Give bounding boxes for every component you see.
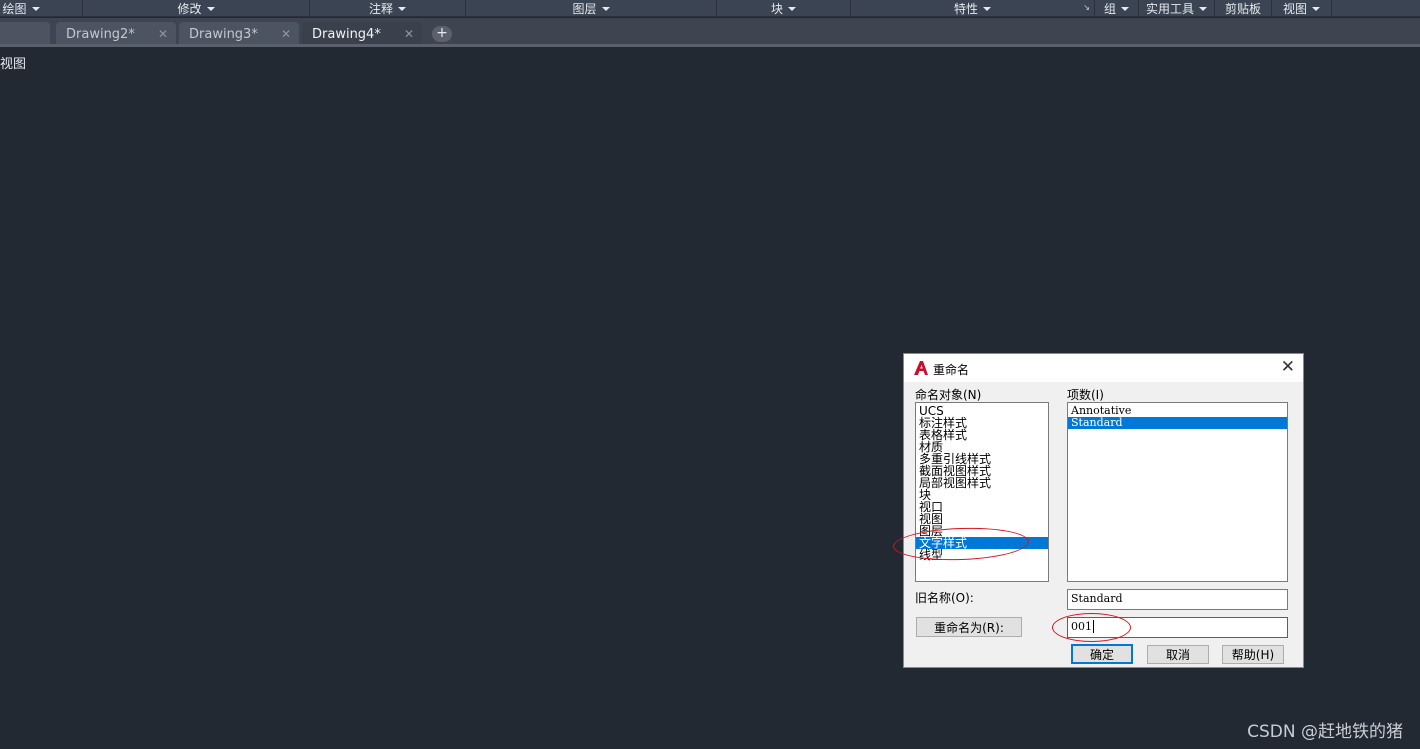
annotation-circle-new-name: [1052, 613, 1131, 642]
viewport-label[interactable]: 视图: [0, 53, 26, 72]
ribbon-panel-9[interactable]: 视图: [1272, 0, 1332, 17]
watermark: CSDN @赶地铁的猪: [1247, 722, 1403, 742]
file-tab-label: Drawing4*: [312, 26, 381, 42]
ribbon-panel-label: 特性: [953, 2, 978, 16]
ribbon-panel-label: 绘图: [2, 2, 27, 16]
old-name-field: Standard: [1067, 589, 1288, 610]
ribbon-panel-1[interactable]: 修改: [83, 0, 310, 17]
chevron-down-icon: [398, 6, 406, 11]
ribbon-panel-5[interactable]: 特性 ↘: [851, 0, 1095, 17]
ribbon-panel-3[interactable]: 图层: [466, 0, 717, 17]
ok-button[interactable]: 确定: [1071, 644, 1133, 664]
dialog-title: 重命名: [933, 363, 970, 377]
cancel-button[interactable]: 取消: [1147, 645, 1209, 664]
file-tab-drawing2[interactable]: Drawing2* ✕: [56, 22, 176, 46]
items-list[interactable]: Annotative Standard: [1067, 402, 1288, 582]
old-name-label: 旧名称(O):: [915, 591, 974, 605]
list-item[interactable]: 局部视图样式: [916, 477, 1048, 489]
chevron-down-icon: [206, 6, 215, 11]
close-icon[interactable]: ✕: [281, 27, 291, 41]
file-tab-label: Drawing3*: [189, 26, 258, 42]
file-tab-drawing4[interactable]: Drawing4* ✕: [302, 22, 422, 46]
ribbon-panel-label: 剪贴板: [1224, 2, 1261, 16]
ribbon-panel-2[interactable]: 注释: [310, 0, 466, 17]
dialog-titlebar[interactable]: 重命名 ✕: [904, 354, 1303, 382]
close-icon[interactable]: ✕: [1281, 358, 1295, 376]
file-tab-drawing3[interactable]: Drawing3* ✕: [179, 22, 299, 46]
help-button[interactable]: 帮助(H): [1222, 645, 1284, 664]
ribbon-panel-label: 组: [1103, 2, 1116, 16]
ribbon-panel-6[interactable]: 组: [1095, 0, 1139, 17]
ribbon-panel-bar: 绘图 修改 注释 图层 块 特性 ↘ 组 实用工具 剪贴板 视图: [0, 0, 1420, 17]
items-label: 项数(I): [1067, 388, 1104, 402]
chevron-down-icon: [601, 6, 610, 11]
ribbon-panel-label: 修改: [177, 2, 202, 16]
ribbon-panel-8[interactable]: 剪贴板: [1215, 0, 1272, 17]
ribbon-panel-label: 图层: [572, 2, 597, 16]
list-item[interactable]: Standard: [1068, 417, 1287, 429]
chevron-down-icon: [1312, 6, 1320, 11]
panel-launcher-icon[interactable]: ↘: [1083, 3, 1090, 12]
chevron-down-icon: [1199, 6, 1207, 11]
rename-to-button[interactable]: 重命名为(R):: [916, 617, 1022, 637]
ribbon-panel-label: 注释: [368, 2, 393, 16]
tab-strip-divider: [0, 44, 1420, 47]
chevron-down-icon: [788, 6, 796, 11]
autocad-logo-icon: [914, 361, 928, 375]
close-icon[interactable]: ✕: [158, 27, 168, 41]
chevron-down-icon: [1121, 6, 1129, 11]
ribbon-panel-label: 块: [770, 2, 783, 16]
named-objects-label: 命名对象(N): [915, 388, 982, 402]
ribbon-panel-0[interactable]: 绘图: [0, 0, 83, 17]
ribbon-panel-label: 视图: [1282, 2, 1307, 16]
ribbon-panel-label: 实用工具: [1145, 2, 1194, 16]
chevron-down-icon: [983, 6, 991, 11]
ribbon-panel-7[interactable]: 实用工具: [1139, 0, 1215, 17]
file-tab-hidden[interactable]: [0, 22, 50, 46]
file-tab-label: Drawing2*: [66, 26, 135, 42]
close-icon[interactable]: ✕: [404, 27, 414, 41]
new-tab-plus-icon[interactable]: +: [432, 26, 452, 42]
chevron-down-icon: [31, 6, 40, 11]
ribbon-panel-4[interactable]: 块: [717, 0, 851, 17]
file-tab-bar: Drawing2* ✕ Drawing3* ✕ Drawing4* ✕ +: [0, 18, 1420, 46]
